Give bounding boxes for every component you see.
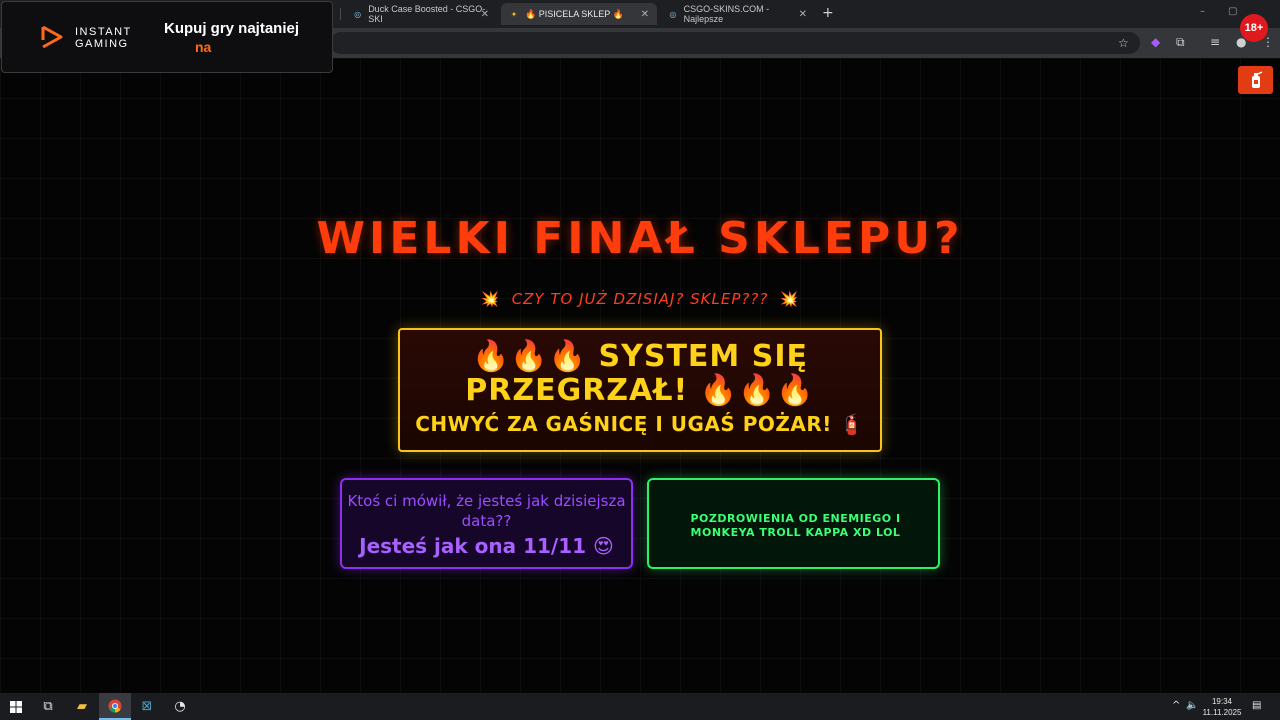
explosion-icon: 💥	[779, 290, 800, 308]
page-content: WIELKI FINAŁ SKLEPU? 💥 CZY TO JUŻ DZISIA…	[0, 58, 1280, 693]
ad-title: Kupuj gry najtaniej	[164, 20, 300, 37]
tab-separator	[340, 8, 341, 20]
clock-date: 11.11.2025	[1202, 708, 1242, 717]
tab-label: CSGO-SKINS.COM - Najlepsze	[683, 4, 770, 24]
page-title: WIELKI FINAŁ SKLEPU?	[316, 213, 964, 264]
extinguisher-button[interactable]	[1238, 66, 1273, 94]
age-restriction-badge: 18+	[1240, 14, 1268, 42]
ad-brand: INSTANT GAMING	[75, 26, 132, 50]
taskbar-clock[interactable]: 19:34 11.11.2025	[1198, 696, 1246, 718]
explosion-icon: 💥	[480, 290, 501, 308]
alert-headline: 🔥🔥🔥 SYSTEM SIĘ PRZEGRZAŁ! 🔥🔥🔥	[465, 339, 815, 408]
globe-icon: ◎	[354, 9, 362, 19]
instant-gaming-logo-icon	[41, 25, 63, 49]
windows-logo-icon	[10, 700, 22, 713]
alert-cta: CHWYĆ ZA GAŚNICĘ I UGAŚ POŻAR! 🧯	[415, 412, 865, 436]
tab-close-icon[interactable]: ✕	[799, 9, 807, 20]
clock-time: 19:34	[1211, 697, 1233, 706]
favicon-icon: ✦	[510, 9, 518, 19]
address-bar[interactable]: ☆	[330, 32, 1140, 54]
tab-csgo-skins[interactable]: ◎ CSGO-SKINS.COM - Najlepsze ✕	[660, 3, 815, 25]
volume-icon[interactable]: 🔈	[1186, 700, 1198, 711]
fire-extinguisher-icon	[1251, 71, 1262, 88]
card-question: Ktoś ci mówił, że jesteś jak dzisiejsza …	[347, 492, 626, 530]
subtitle-text: CZY TO JUŻ DZISIAJ? SKLEP???	[511, 290, 769, 308]
instant-gaming-ad[interactable]: INSTANT GAMING Kupuj gry najtaniej na	[1, 1, 333, 73]
extensions-puzzle-icon[interactable]: ⧉	[1176, 35, 1185, 49]
app-clock-icon[interactable]: ◔	[164, 693, 196, 720]
card-answer: Jesteś jak ona 11/11 😍	[359, 534, 614, 558]
tab-label: 🔥 PISICELA SKLEP 🔥	[525, 8, 624, 19]
reading-list-icon[interactable]: ≡	[1210, 35, 1220, 49]
greetings-card[interactable]: POZDROWIENIA OD ENEMIEGO I MONKEYA TROLL…	[647, 478, 940, 569]
notification-icon[interactable]: ▤	[1252, 700, 1261, 711]
task-view-icon[interactable]: ⧉	[32, 693, 64, 720]
chrome-taskbar-icon[interactable]	[99, 693, 131, 720]
page-subtitle: 💥 CZY TO JUŻ DZISIAJ? SKLEP??? 💥	[0, 290, 1280, 308]
ad-subtitle: na	[195, 39, 212, 55]
tab-close-icon[interactable]: ✕	[641, 9, 649, 20]
greetings-text: POZDROWIENIA OD ENEMIEGO I MONKEYA TROLL…	[690, 512, 901, 539]
ad-brand-line1: INSTANT	[75, 26, 132, 38]
ad-brand-line2: GAMING	[75, 38, 129, 50]
tab-close-icon[interactable]: ✕	[481, 9, 489, 20]
extension-icon[interactable]: ◆	[1151, 35, 1160, 49]
date-joke-card[interactable]: Ktoś ci mówił, że jesteś jak dzisiejsza …	[340, 478, 633, 569]
globe-icon: ◎	[669, 9, 677, 19]
tab-label: Duck Case Boosted - CSGO-SKI	[368, 4, 486, 24]
bookmark-star-icon[interactable]: ☆	[1118, 36, 1129, 50]
chrome-icon	[108, 699, 122, 712]
windows-taskbar: ⧉ ▰ ⊠ ◔ ^ 🔈 19:34 11.11.2025 ▤	[0, 693, 1280, 720]
start-button[interactable]	[0, 693, 32, 720]
tray-chevron-icon[interactable]: ^	[1172, 700, 1180, 711]
tab-pisicela-sklep[interactable]: ✦ 🔥 PISICELA SKLEP 🔥 ✕	[501, 3, 657, 25]
tab-duck-case[interactable]: ◎ Duck Case Boosted - CSGO-SKI ✕	[345, 3, 497, 25]
xbox-app-icon[interactable]: ⊠	[131, 693, 163, 720]
new-tab-button[interactable]: +	[822, 5, 834, 21]
overheat-alert-box[interactable]: 🔥🔥🔥 SYSTEM SIĘ PRZEGRZAŁ! 🔥🔥🔥 CHWYĆ ZA G…	[398, 328, 882, 452]
minimize-icon[interactable]: –	[1200, 6, 1205, 17]
file-explorer-icon[interactable]: ▰	[66, 693, 98, 720]
maximize-icon[interactable]: ▢	[1228, 6, 1237, 17]
